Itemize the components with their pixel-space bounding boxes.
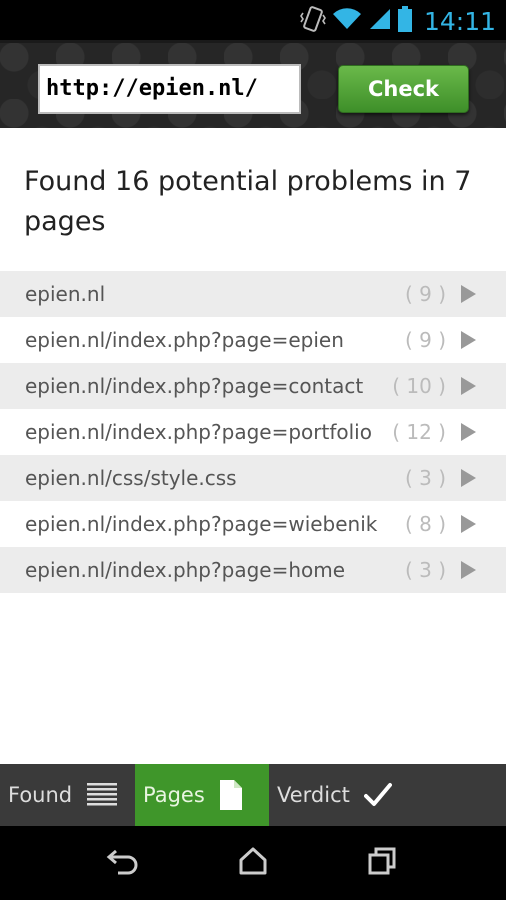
page-url: epien.nl/index.php?page=portfolio [25,420,372,444]
list-icon [86,781,118,809]
status-bar: 14:11 [0,0,506,40]
page-url: epien.nl/css/style.css [25,466,237,490]
arrow-right-icon [461,515,476,533]
list-item[interactable]: epien.nl/index.php?page=contact ( 10 ) [0,363,506,409]
page-url: epien.nl/index.php?page=home [25,558,346,582]
arrow-right-icon [461,285,476,303]
wifi-icon [332,7,362,35]
arrow-right-icon [461,331,476,349]
back-icon [106,847,142,879]
checkmark-icon [363,782,392,808]
problem-count: ( 10 ) [392,374,446,398]
pages-list: epien.nl ( 9 ) epien.nl/index.php?page=e… [0,271,506,593]
tab-found[interactable]: Found [0,764,135,826]
list-item[interactable]: epien.nl/css/style.css ( 3 ) [0,455,506,501]
arrow-right-icon [461,561,476,579]
list-item[interactable]: epien.nl ( 9 ) [0,271,506,317]
page-icon [219,779,243,811]
vibrate-icon [299,5,326,37]
tab-verdict[interactable]: Verdict [269,764,506,826]
recent-apps-button[interactable] [352,838,412,888]
back-button[interactable] [94,838,154,888]
arrow-right-icon [461,469,476,487]
status-time: 14:11 [423,6,496,36]
problem-count: ( 12 ) [392,420,446,444]
list-item[interactable]: epien.nl/index.php?page=home ( 3 ) [0,547,506,593]
problem-count: ( 9 ) [404,328,446,352]
url-header: http://epien.nl/ Check [0,40,506,128]
system-nav-bar [0,826,506,900]
recent-apps-icon [367,846,397,880]
page-url: epien.nl/index.php?page=wiebenik [25,512,378,536]
problem-count: ( 3 ) [404,558,446,582]
list-item[interactable]: epien.nl/index.php?page=portfolio ( 12 ) [0,409,506,455]
signal-icon [368,7,392,35]
page-url: epien.nl/index.php?page=contact [25,374,364,398]
list-item[interactable]: epien.nl/index.php?page=epien ( 9 ) [0,317,506,363]
tab-label: Found [8,783,73,807]
url-input[interactable]: http://epien.nl/ [38,64,301,114]
battery-icon [397,6,412,36]
problem-count: ( 8 ) [404,512,446,536]
arrow-right-icon [461,423,476,441]
summary-heading: Found 16 potential problems in 7 pages [24,166,472,237]
list-item[interactable]: epien.nl/index.php?page=wiebenik ( 8 ) [0,501,506,547]
problem-count: ( 3 ) [404,466,446,490]
home-icon [238,846,268,880]
arrow-right-icon [461,377,476,395]
tab-label: Pages [143,783,205,807]
main-content: Found 16 potential problems in 7 pages e… [0,128,506,764]
tab-pages[interactable]: Pages [135,764,269,826]
tab-label: Verdict [277,783,350,807]
status-icons: 14:11 [299,5,496,37]
check-button[interactable]: Check [338,65,469,113]
page-url: epien.nl/index.php?page=epien [25,328,344,352]
problem-count: ( 9 ) [404,282,446,306]
page-url: epien.nl [25,282,106,306]
home-button[interactable] [223,838,283,888]
bottom-tab-bar: Found Pages Verdict [0,764,506,826]
